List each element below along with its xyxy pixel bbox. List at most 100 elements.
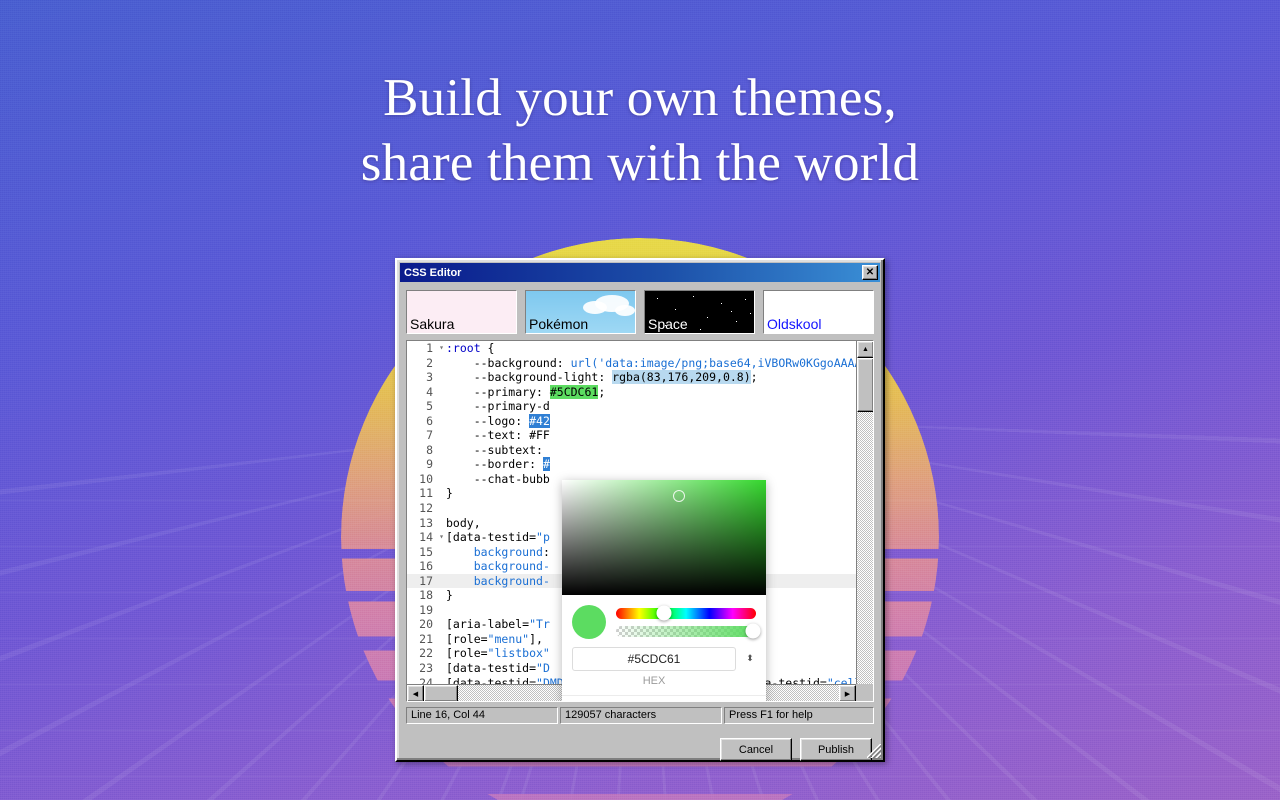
line-number: 3 [426, 370, 433, 385]
close-icon[interactable]: ✕ [862, 265, 878, 280]
hue-slider[interactable] [616, 605, 756, 621]
code-text: :root { [446, 341, 495, 355]
fold-toggle-icon[interactable] [437, 676, 446, 684]
code-text: --subtext: [446, 442, 543, 457]
publish-button[interactable]: Publish [800, 738, 872, 761]
theme-thumb-sakura[interactable]: Sakura [406, 290, 517, 334]
line-number: 24 [419, 675, 433, 684]
line-number: 21 [419, 631, 433, 646]
scroll-up-icon[interactable]: ▲ [857, 341, 873, 358]
fold-toggle-icon[interactable] [437, 588, 446, 603]
window-titlebar: CSS Editor ✕ [400, 263, 880, 282]
fold-toggle-icon[interactable] [437, 501, 446, 516]
line-number: 11 [419, 486, 433, 501]
hex-format-label: HEX [642, 675, 666, 687]
line-number: 2 [426, 355, 433, 370]
code-line: 2 --background: url('data:image/png;base… [407, 356, 856, 371]
vertical-scroll-thumb[interactable] [857, 358, 873, 412]
line-number: 19 [419, 602, 433, 617]
theme-label: Oldskool [767, 315, 822, 332]
horizontal-scroll-thumb[interactable] [424, 685, 458, 701]
fold-toggle-icon[interactable] [437, 370, 446, 385]
theme-thumb-pokemon[interactable]: Pokémon [525, 290, 636, 334]
fold-toggle-icon[interactable] [437, 414, 446, 429]
scrollbar-corner [856, 684, 873, 701]
line-number: 9 [426, 457, 433, 472]
code-text: --primary-d [446, 399, 550, 414]
line-number: 16 [419, 559, 433, 574]
color-preview-swatch [572, 605, 606, 639]
fold-toggle-icon[interactable] [437, 385, 446, 400]
status-help-hint: Press F1 for help [724, 707, 874, 724]
vertical-scrollbar[interactable]: ▲ [856, 341, 873, 684]
preset-swatches: ⬍ [562, 696, 766, 701]
hex-input[interactable]: #5CDC61 [572, 647, 736, 671]
fold-toggle-icon[interactable] [437, 486, 446, 501]
scroll-right-icon[interactable]: ▶ [839, 685, 856, 701]
fold-toggle-icon[interactable] [437, 545, 446, 560]
line-number: 18 [419, 588, 433, 603]
theme-label: Sakura [410, 315, 455, 332]
fold-toggle-icon[interactable] [437, 428, 446, 443]
fold-toggle-icon[interactable] [437, 457, 446, 472]
saturation-handle[interactable] [673, 490, 685, 502]
line-number: 7 [426, 428, 433, 443]
fold-toggle-icon[interactable] [437, 632, 446, 647]
headline-line-2: share them with the world [360, 134, 920, 192]
alpha-slider-handle[interactable] [745, 623, 761, 639]
line-number: 17 [419, 573, 433, 588]
css-editor-window: CSS Editor ✕ Sakura Pokémon Space Oldsko… [395, 258, 885, 762]
fold-toggle-icon[interactable] [437, 617, 446, 632]
headline-line-1: Build your own themes, [383, 69, 897, 127]
line-number: 15 [419, 544, 433, 559]
code-line: 3 --background-light: rgba(83,176,209,0.… [407, 370, 856, 385]
theme-thumbnail-list: Sakura Pokémon Space Oldskool [400, 282, 880, 340]
code-line: 1 ▾:root { [407, 341, 856, 356]
code-line: 4 --primary: #5CDC61; [407, 384, 856, 400]
alpha-slider[interactable] [616, 623, 761, 639]
code-text: --logo: #42 [446, 413, 550, 428]
status-cursor-position: Line 16, Col 44 [406, 707, 558, 724]
scroll-left-icon[interactable]: ◀ [407, 685, 424, 701]
theme-thumb-oldskool[interactable]: Oldskool [763, 290, 874, 334]
fold-toggle-icon[interactable] [437, 472, 446, 487]
theme-thumb-space[interactable]: Space [644, 290, 755, 334]
code-text: --primary: #5CDC61; [446, 384, 606, 399]
fold-toggle-icon[interactable] [437, 603, 446, 618]
line-number: 22 [419, 646, 433, 661]
color-picker-controls [562, 595, 766, 645]
fold-toggle-icon[interactable]: ▾ [437, 341, 446, 356]
saturation-value-box[interactable] [562, 480, 766, 595]
code-line: 7 --text: #FF [407, 428, 856, 443]
color-picker-popover[interactable]: #5CDC61 ⬍ HEX ⬍ [562, 480, 766, 701]
fold-toggle-icon[interactable] [437, 516, 446, 531]
code-line: 8 --subtext: [407, 443, 856, 458]
code-line: 6 --logo: #42 [407, 413, 856, 429]
status-bar: Line 16, Col 44 129057 characters Press … [406, 707, 874, 724]
hue-slider-handle[interactable] [656, 605, 672, 621]
window-title: CSS Editor [404, 266, 462, 279]
fold-toggle-icon[interactable] [437, 661, 446, 676]
format-stepper-icon[interactable]: ⬍ [744, 653, 756, 664]
line-number: 12 [419, 501, 433, 516]
code-text: --background: url('data:image/png;base64… [446, 355, 856, 370]
fold-toggle-icon[interactable] [437, 559, 446, 574]
fold-toggle-icon[interactable] [437, 399, 446, 414]
fold-toggle-icon[interactable] [437, 356, 446, 371]
cancel-button[interactable]: Cancel [720, 738, 792, 761]
fold-toggle-icon[interactable] [437, 574, 446, 589]
line-number: 13 [419, 515, 433, 530]
code-line: 9 --border: # [407, 457, 856, 472]
line-number: 8 [426, 442, 433, 457]
line-number: 10 [419, 471, 433, 486]
line-number: 6 [426, 413, 433, 428]
fold-toggle-icon[interactable] [437, 443, 446, 458]
line-number: 5 [426, 399, 433, 414]
fold-toggle-icon[interactable]: ▾ [437, 530, 446, 545]
resize-grip[interactable] [867, 744, 881, 758]
code-text: --text: #FF [446, 428, 550, 443]
line-number: 23 [419, 661, 433, 676]
css-code-editor[interactable]: 1 ▾:root {2 --background: url('data:image… [406, 340, 874, 702]
fold-toggle-icon[interactable] [437, 646, 446, 661]
cloud-icon [583, 301, 607, 314]
